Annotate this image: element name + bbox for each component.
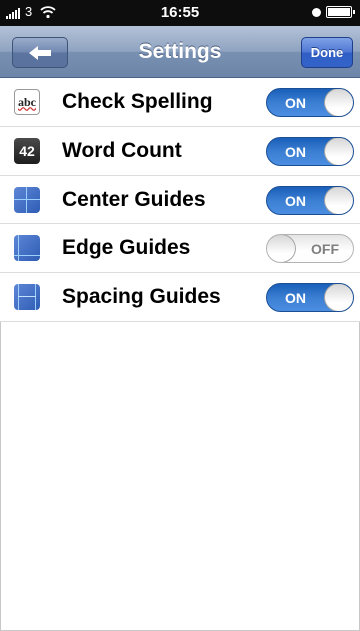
- center-guides-toggle[interactable]: ON: [266, 185, 354, 215]
- toggle-knob: [324, 186, 353, 214]
- toggle-state: ON: [285, 95, 306, 111]
- edge-guides-icon: [14, 235, 40, 262]
- status-time: 16:55: [160, 4, 200, 21]
- setting-label: Edge Guides: [62, 236, 191, 260]
- toggle-knob: [267, 235, 296, 263]
- setting-row-center-guides: Center Guides ON: [0, 175, 360, 225]
- setting-label: Center Guides: [62, 187, 206, 211]
- setting-label: Check Spelling: [62, 90, 213, 113]
- setting-row-spacing-guides: Spacing Guides ON: [0, 273, 360, 322]
- toggle-knob: [324, 137, 353, 165]
- setting-row-word-count: 42 Word Count ON: [0, 126, 360, 176]
- status-bar: 3 16:55: [0, 0, 360, 26]
- toggle-state: ON: [285, 290, 306, 307]
- toggle-state: ON: [285, 143, 306, 160]
- spellcheck-icon: abc: [14, 89, 40, 115]
- setting-label: Word Count: [62, 138, 182, 162]
- battery-icon: [326, 6, 355, 18]
- done-button[interactable]: Done: [301, 37, 353, 68]
- setting-label: Spacing Guides: [62, 285, 221, 309]
- rotation-lock-icon: [312, 7, 321, 17]
- spacing-guides-toggle[interactable]: ON: [266, 283, 354, 313]
- setting-row-edge-guides: Edge Guides OFF: [0, 224, 360, 274]
- spacing-guides-icon: [14, 284, 40, 311]
- toggle-state: OFF: [311, 241, 339, 258]
- word-count-toggle[interactable]: ON: [266, 136, 354, 166]
- toggle-knob: [324, 284, 353, 312]
- word-count-icon: 42: [14, 137, 40, 164]
- center-guides-icon: [14, 186, 40, 213]
- navigation-bar: Settings Done: [0, 26, 360, 78]
- check-spelling-toggle[interactable]: ON: [266, 88, 354, 117]
- toggle-state: ON: [285, 192, 306, 209]
- toggle-knob: [324, 89, 353, 116]
- edge-guides-toggle[interactable]: OFF: [266, 234, 354, 264]
- settings-list: abc Check Spelling ON 42 Word Count ON C…: [0, 78, 360, 322]
- status-right: [312, 6, 355, 18]
- setting-row-check-spelling: abc Check Spelling ON: [0, 78, 360, 127]
